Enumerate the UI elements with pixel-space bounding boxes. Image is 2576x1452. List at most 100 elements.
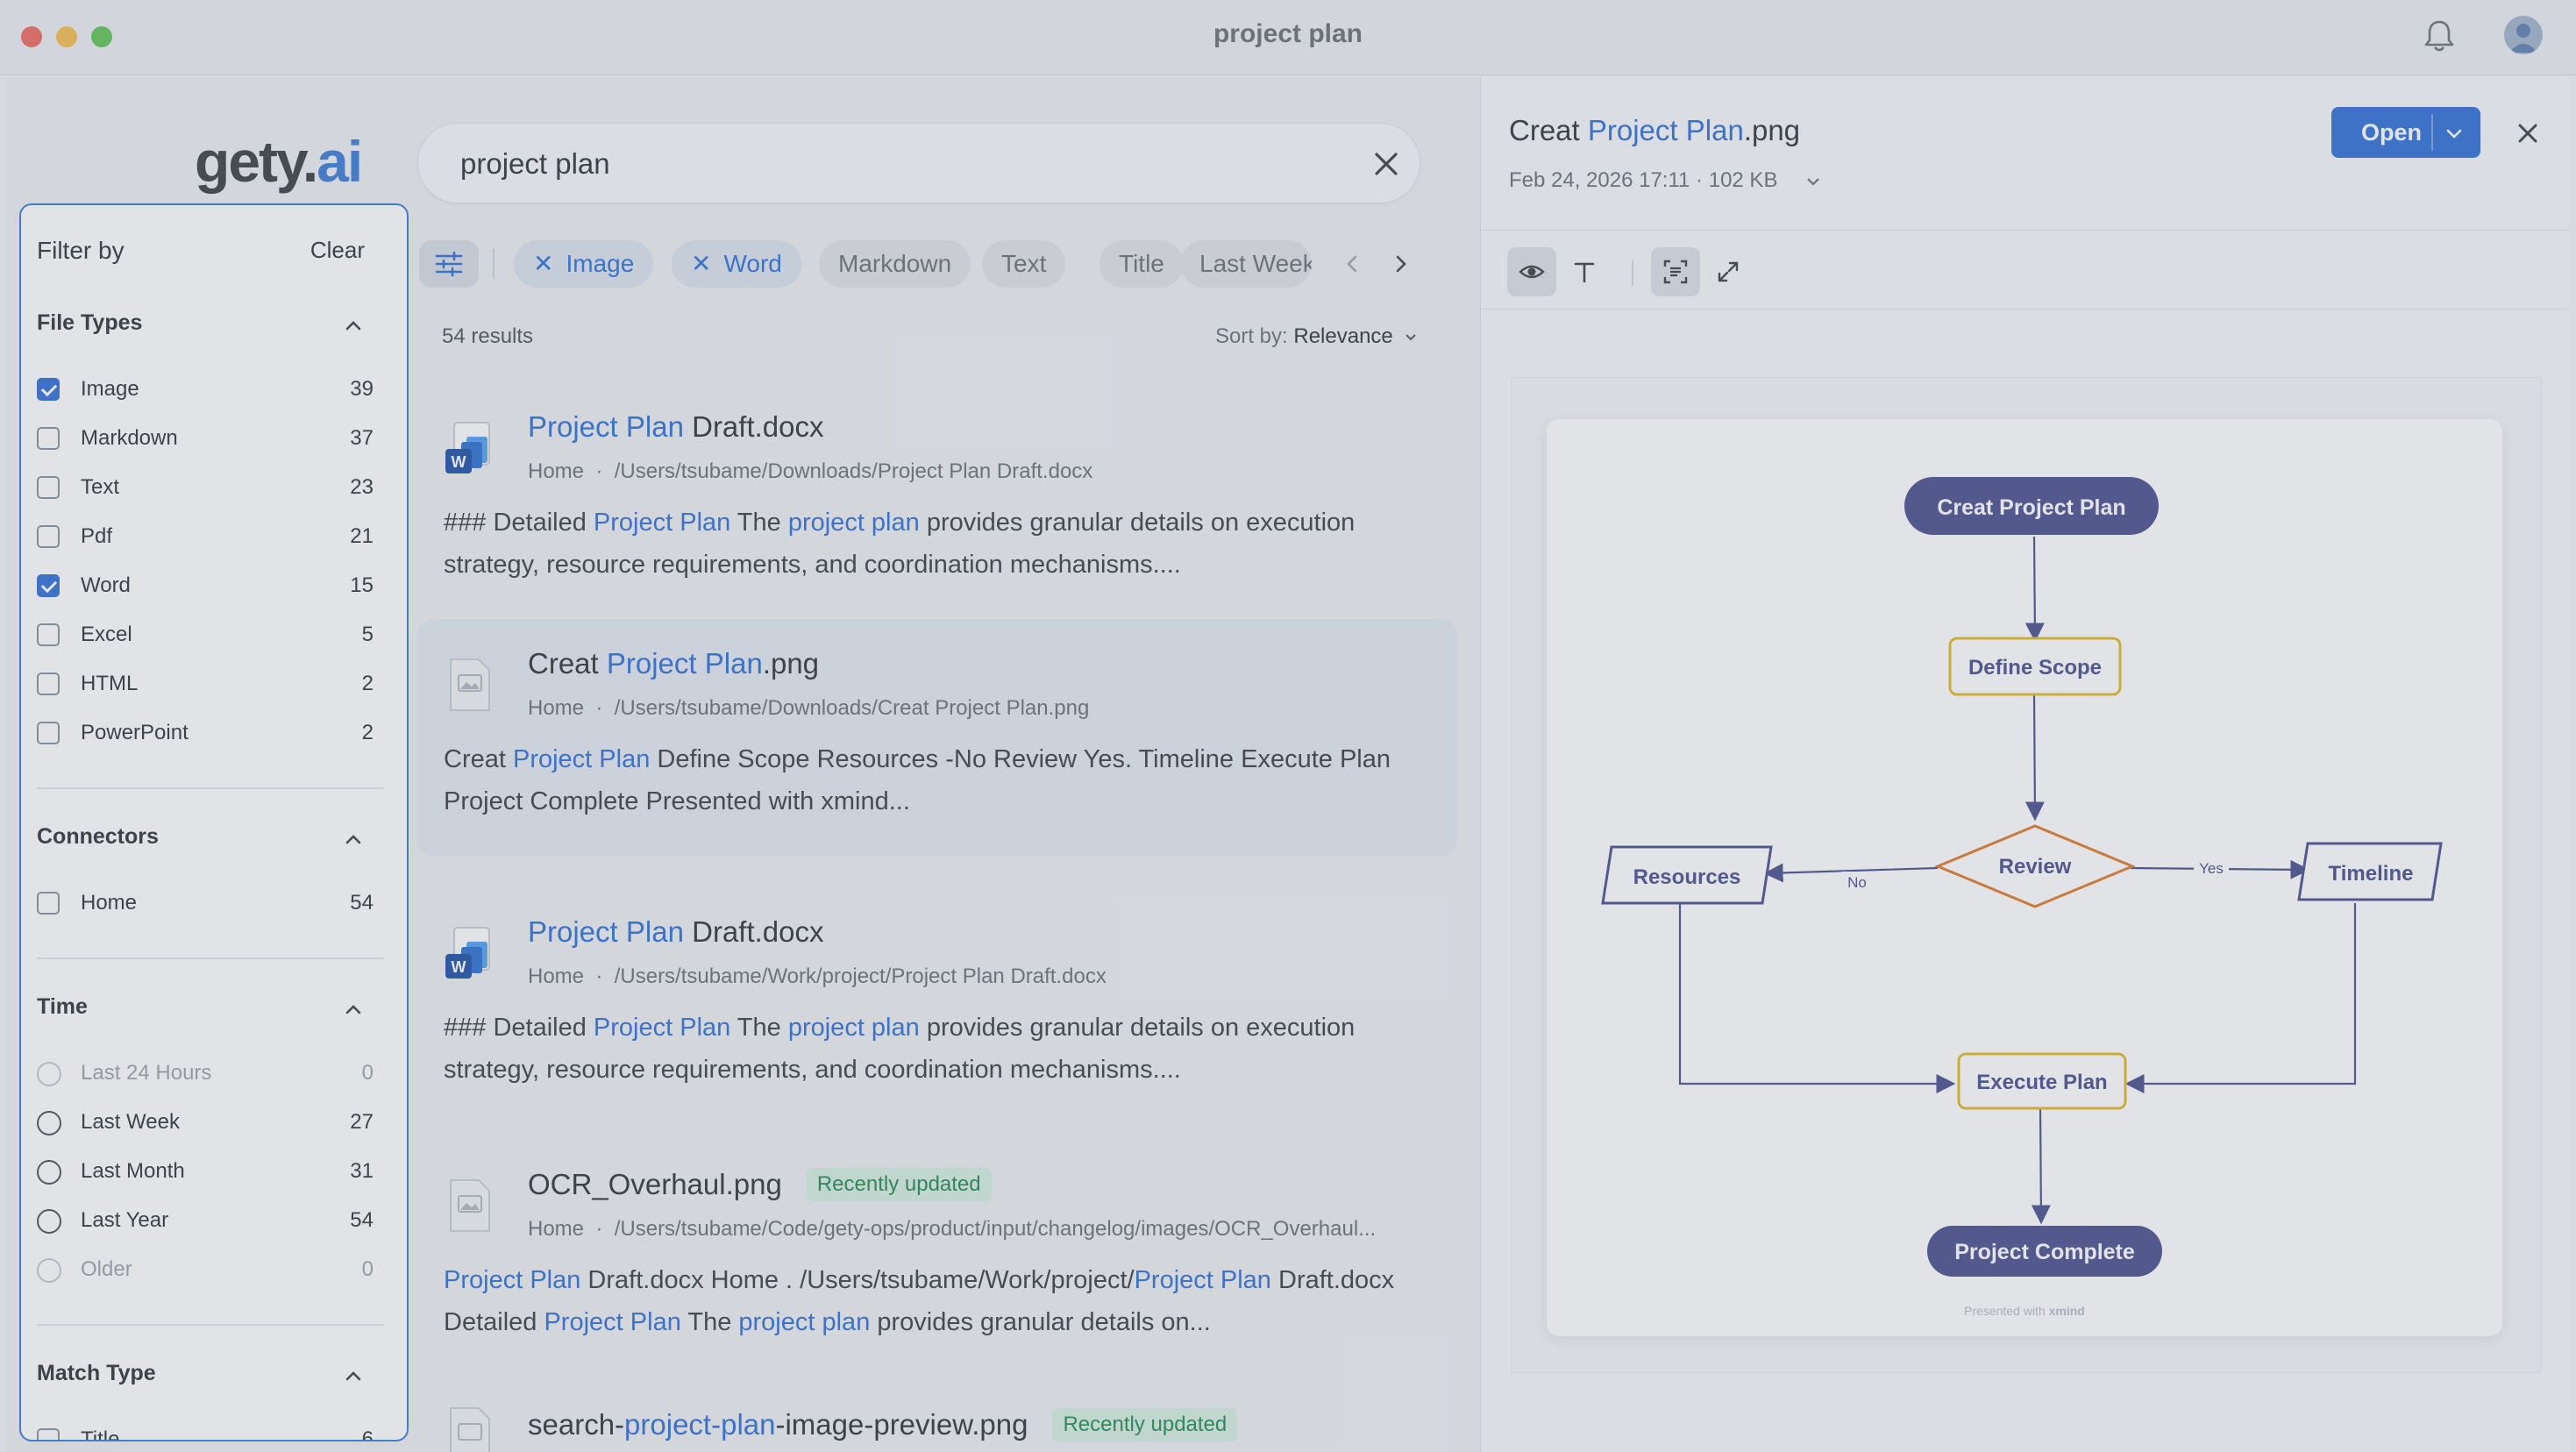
result-title[interactable]: Project Plan Draft.docx — [528, 410, 824, 444]
clear-filters-button[interactable]: Clear — [310, 237, 365, 264]
diagram-footer: Presented with xmind — [1964, 1304, 2085, 1318]
radio[interactable] — [37, 1111, 61, 1135]
result-snippet: Creat Project Plan Define Scope Resource… — [444, 745, 1391, 815]
window-title: project plan — [1213, 19, 1363, 48]
expand-button[interactable] — [1704, 247, 1753, 296]
divider — [1481, 230, 2570, 231]
result-title[interactable]: OCR_Overhaul.png Recently updated — [528, 1168, 992, 1201]
result-title[interactable]: Project Plan Draft.docx — [528, 915, 824, 949]
chevron-up-icon[interactable] — [340, 826, 366, 852]
radio — [37, 1258, 61, 1283]
chevron-down-icon[interactable] — [1802, 170, 1825, 193]
checkbox[interactable] — [37, 892, 60, 915]
preview-mode-button[interactable] — [1507, 247, 1556, 296]
filter-option-markdown[interactable]: Markdown 37 — [37, 421, 374, 456]
divider — [37, 1324, 384, 1326]
checkbox[interactable] — [37, 476, 60, 499]
chevron-up-icon[interactable] — [340, 1363, 366, 1389]
chevron-down-icon[interactable] — [2440, 119, 2468, 147]
edge-label-yes: Yes — [2199, 860, 2224, 877]
preview-meta: Feb 24, 2026 17:11 · 102 KB — [1509, 168, 1778, 192]
user-avatar[interactable] — [2504, 16, 2543, 54]
chevron-up-icon[interactable] — [340, 312, 366, 338]
word-doc-icon: W — [445, 422, 490, 473]
radio[interactable] — [37, 1209, 61, 1234]
result-snippet: Project Plan Draft.docx Home . /Users/ts… — [444, 1266, 1395, 1336]
remove-chip-icon[interactable]: ✕ — [691, 240, 711, 288]
scan-text-icon — [1663, 260, 1688, 284]
checkbox[interactable] — [37, 525, 60, 548]
filter-option-image[interactable]: Image 39 — [37, 372, 374, 407]
chip-image[interactable]: ✕ Image — [514, 240, 654, 288]
window-titlebar: project plan — [0, 0, 2576, 75]
checkbox[interactable] — [37, 623, 60, 646]
checkbox[interactable] — [37, 673, 60, 695]
gety-logo: gety.ai — [195, 129, 363, 194]
match-type-section-title: Match Type — [37, 1361, 156, 1385]
close-preview-icon[interactable] — [2508, 114, 2547, 153]
chip-last-week[interactable]: Last Week — [1180, 240, 1312, 288]
chevron-up-icon[interactable] — [340, 996, 366, 1022]
filter-option-powerpoint[interactable]: PowerPoint 2 — [37, 715, 374, 751]
sliders-icon — [435, 251, 463, 277]
chip-markdown[interactable]: Markdown — [819, 240, 971, 288]
word-doc-icon: W — [445, 927, 490, 979]
result-path: Home · /Users/tsubame/Work/project/Proje… — [528, 964, 1107, 988]
filter-heading: Filter by — [37, 237, 125, 264]
result-item[interactable]: search-project-plan-image-preview.png Rec… — [417, 1392, 1457, 1452]
filter-option-html[interactable]: HTML 2 — [37, 666, 374, 701]
ocr-scan-button[interactable] — [1651, 247, 1700, 296]
result-item[interactable]: W Project Plan Draft.docx Home · /Users/… — [417, 382, 1457, 619]
checkbox[interactable] — [37, 427, 60, 450]
svg-text:W: W — [452, 453, 466, 471]
result-title[interactable]: search-project-plan-image-preview.png Rec… — [528, 1408, 1238, 1441]
filter-option-title[interactable]: Title 6 — [37, 1422, 374, 1440]
filter-option-text[interactable]: Text 23 — [37, 470, 374, 505]
filter-option-older: Older 0 — [37, 1252, 374, 1287]
checkbox[interactable] — [37, 574, 60, 597]
result-snippet: ### Detailed Project Plan The project pl… — [444, 509, 1356, 579]
result-path: Home · /Users/tsubame/Downloads/Creat Pr… — [528, 696, 1090, 720]
results-count: 54 results — [442, 324, 534, 348]
chip-text[interactable]: Text — [982, 240, 1066, 288]
open-button[interactable]: Open — [2331, 107, 2480, 158]
radio[interactable] — [37, 1160, 61, 1185]
recently-updated-badge: Recently updated — [806, 1168, 992, 1201]
filter-option-pdf[interactable]: Pdf 21 — [37, 519, 374, 554]
result-path: Home · /Users/tsubame/Code/gety-ops/prod… — [528, 1217, 1377, 1241]
filter-option-home[interactable]: Home 54 — [37, 886, 374, 921]
eye-icon — [1519, 265, 1545, 279]
connectors-section-title: Connectors — [37, 824, 159, 849]
remove-chip-icon[interactable]: ✕ — [533, 240, 553, 288]
sort-dropdown[interactable]: Sort by: Relevance — [1215, 324, 1420, 349]
clear-search-icon[interactable] — [1365, 143, 1407, 185]
filter-option-last-month[interactable]: Last Month 31 — [37, 1154, 374, 1189]
search-bar — [417, 123, 1420, 203]
filter-option-excel[interactable]: Excel 5 — [37, 617, 374, 652]
chip-title[interactable]: Title — [1099, 240, 1184, 288]
node-resources-label: Resources — [1633, 865, 1741, 889]
svg-text:W: W — [452, 958, 466, 976]
filter-option-last-year[interactable]: Last Year 54 — [37, 1203, 374, 1238]
text-icon — [1574, 262, 1595, 283]
checkbox[interactable] — [37, 378, 60, 401]
filter-option-last-week[interactable]: Last Week 27 — [37, 1105, 374, 1140]
image-file-icon — [450, 1179, 490, 1232]
result-item[interactable]: W Project Plan Draft.docx Home · /Users/… — [417, 887, 1457, 1124]
edge-label-no: No — [1847, 874, 1867, 891]
checkbox[interactable] — [37, 722, 60, 744]
filter-option-word[interactable]: Word 15 — [37, 568, 374, 603]
result-item-selected[interactable]: Creat Project Plan.png Home · /Users/tsu… — [417, 619, 1457, 856]
chevron-right-icon[interactable] — [1385, 249, 1415, 279]
result-item[interactable]: OCR_Overhaul.png Recently updated Home · … — [417, 1140, 1457, 1377]
checkbox[interactable] — [37, 1428, 60, 1440]
node-complete-label: Project Complete — [1954, 1240, 2135, 1264]
filter-toggle-button[interactable] — [419, 240, 479, 288]
result-title[interactable]: Creat Project Plan.png — [528, 647, 819, 680]
chip-word[interactable]: ✕ Word — [672, 240, 801, 288]
search-input[interactable] — [460, 143, 1337, 185]
text-mode-button[interactable] — [1560, 247, 1609, 296]
radio — [37, 1062, 61, 1086]
chevron-left-icon[interactable] — [1338, 249, 1368, 279]
bell-icon[interactable] — [2422, 18, 2457, 54]
